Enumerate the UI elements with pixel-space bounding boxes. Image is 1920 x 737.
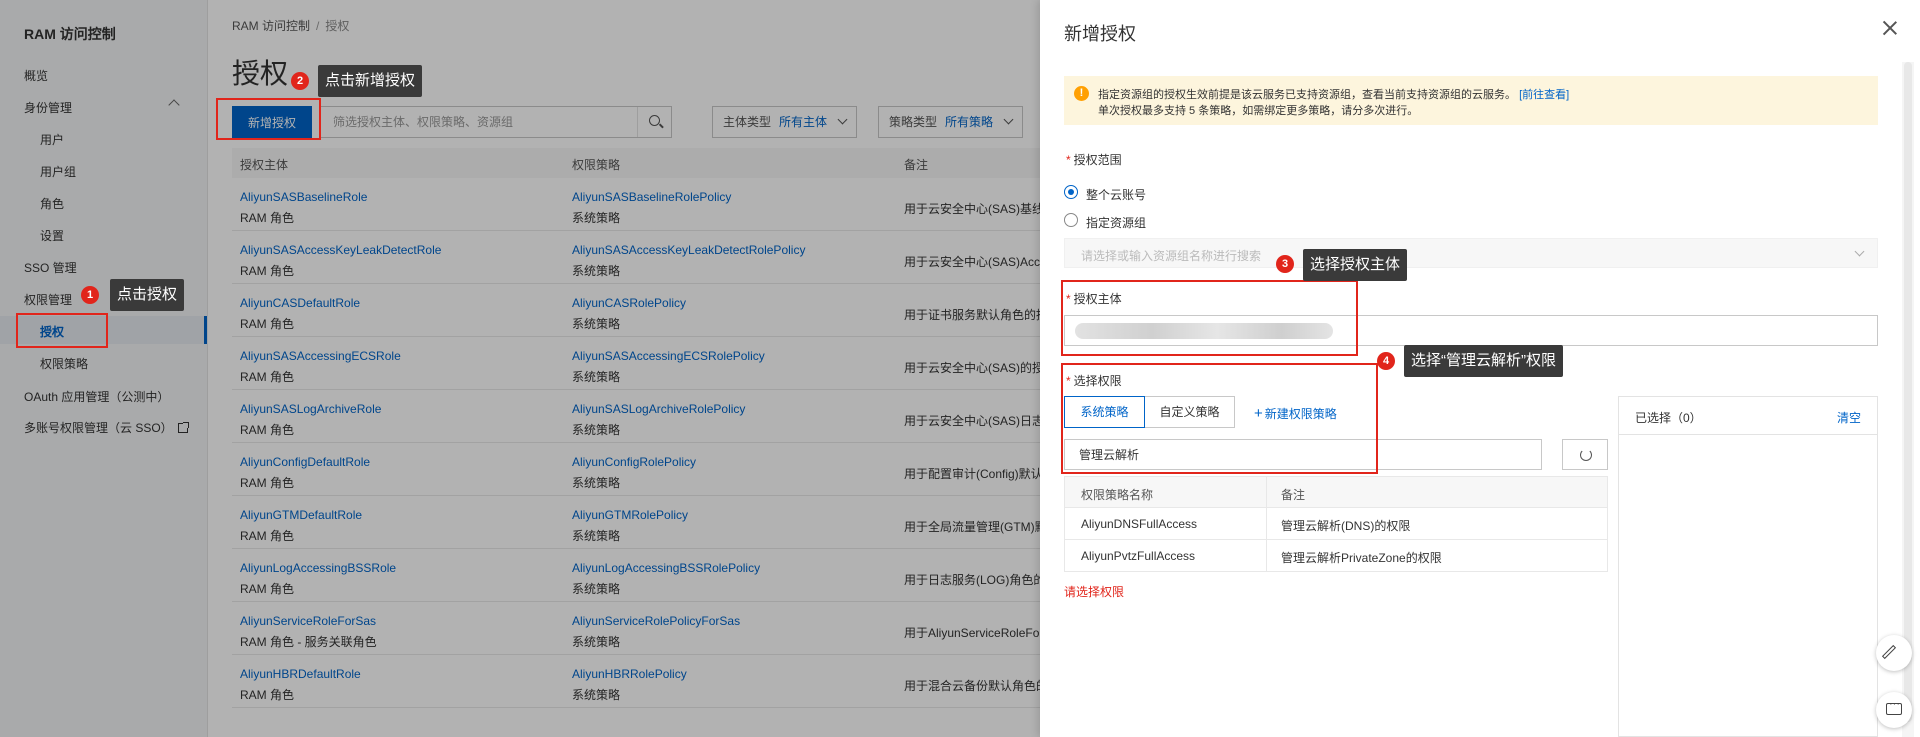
- annotation-step-2: 2: [291, 72, 309, 90]
- refresh-button[interactable]: [1562, 439, 1608, 470]
- policy-name: AliyunPvtzFullAccess: [1081, 549, 1196, 563]
- annotation-tip-1: 点击授权: [110, 279, 185, 311]
- refresh-icon: [1580, 449, 1592, 461]
- edit-float-button[interactable]: [1876, 635, 1912, 671]
- chevron-down-icon: [1854, 246, 1865, 257]
- notice-link[interactable]: [前往查看]: [1519, 89, 1569, 101]
- policy-table-header: 权限策略名称 备注: [1064, 476, 1608, 508]
- annotation-tip-3: 选择授权主体: [1303, 249, 1408, 281]
- policy-note: 管理云解析(DNS)的权限: [1281, 519, 1411, 533]
- scope-radio-account-label[interactable]: 整个云账号: [1086, 186, 1146, 203]
- close-icon[interactable]: [1882, 20, 1898, 36]
- scope-label: * 授权范围: [1066, 153, 1122, 167]
- annotation-step-3: 3: [1276, 255, 1294, 273]
- notice-line-1: 指定资源组的授权生效前提是该云服务已支持资源组，查看当前支持资源组的云服务。 […: [1098, 86, 1569, 102]
- selected-count: 已选择（0）: [1635, 411, 1702, 425]
- selected-panel-header: 已选择（0） 清空: [1619, 397, 1877, 435]
- annotation-box-principal: [1061, 280, 1358, 356]
- scope-radio-resource-group-label[interactable]: 指定资源组: [1086, 214, 1146, 231]
- drawer-scrollbar-thumb[interactable]: [1904, 62, 1912, 722]
- tab-system-policy[interactable]: 系统策略: [1064, 396, 1145, 428]
- feedback-float-button[interactable]: [1876, 692, 1912, 728]
- scope-radio-account[interactable]: [1064, 185, 1078, 199]
- notice-text-1: 指定资源组的授权生效前提是该云服务已支持资源组，查看当前支持资源组的云服务。: [1098, 89, 1516, 101]
- annotation-step-1: 1: [81, 286, 99, 304]
- table-row[interactable]: AliyunPvtzFullAccess 管理云解析PrivateZone的权限: [1064, 540, 1608, 572]
- policy-name: AliyunDNSFullAccess: [1081, 517, 1198, 531]
- column-header-policy-note: 备注: [1281, 488, 1306, 502]
- clear-link[interactable]: 清空: [1837, 409, 1861, 426]
- annotation-step-4: 4: [1377, 352, 1395, 370]
- column-header-policy-name: 权限策略名称: [1081, 488, 1154, 502]
- validation-error: 请选择权限: [1064, 585, 1125, 599]
- resource-group-select: 请选择或输入资源组名称进行搜索: [1064, 238, 1878, 268]
- notice-line-2: 单次授权最多支持 5 条策略，如需绑定更多策略，请分多次进行。: [1098, 105, 1419, 117]
- annotation-tip-2: 点击新增授权: [318, 65, 423, 97]
- annotation-tip-4: 选择“管理云解析”权限: [1404, 345, 1563, 377]
- notice-banner: ! 指定资源组的授权生效前提是该云服务已支持资源组，查看当前支持资源组的云服务。…: [1064, 76, 1878, 125]
- selected-panel: 已选择（0） 清空: [1618, 396, 1878, 737]
- policy-note: 管理云解析PrivateZone的权限: [1281, 551, 1442, 565]
- scope-label-text: 授权范围: [1073, 153, 1122, 167]
- warning-icon: !: [1074, 86, 1089, 101]
- resource-group-placeholder: 请选择或输入资源组名称进行搜索: [1081, 249, 1262, 263]
- pen-icon: [1881, 644, 1897, 660]
- table-row[interactable]: AliyunDNSFullAccess 管理云解析(DNS)的权限: [1064, 508, 1608, 540]
- annotation-box-add-button: [216, 98, 321, 140]
- policy-table: 权限策略名称 备注 AliyunDNSFullAccess 管理云解析(DNS)…: [1064, 476, 1608, 572]
- scope-radio-resource-group[interactable]: [1064, 213, 1078, 227]
- annotation-box-grant-menu: [16, 313, 108, 348]
- drawer-title: 新增授权: [1064, 24, 1136, 44]
- modal-overlay[interactable]: [0, 0, 1040, 737]
- chat-icon: [1886, 698, 1902, 715]
